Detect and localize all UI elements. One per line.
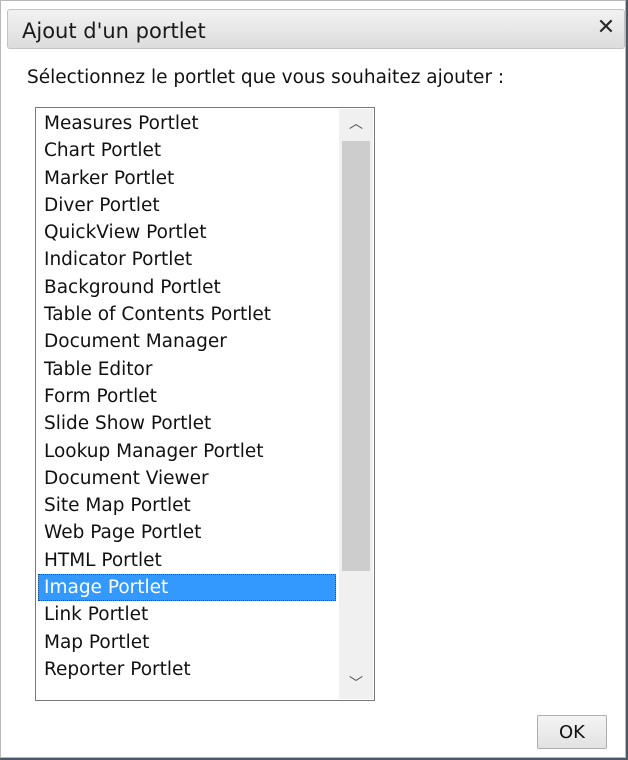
portlet-list-item[interactable]: Chart Portlet [38, 137, 336, 164]
chevron-up-icon[interactable]: ︿ [339, 111, 373, 137]
portlet-list-item[interactable]: HTML Portlet [38, 547, 336, 574]
close-icon[interactable]: ✕ [592, 14, 620, 42]
portlet-list-item[interactable]: Form Portlet [38, 383, 336, 410]
portlet-list-item[interactable]: Table Editor [38, 356, 336, 383]
portlet-list-item[interactable]: Document Manager [38, 328, 336, 355]
listbox-scrollbar[interactable]: ︿ ﹀ [339, 109, 373, 699]
portlet-list-item[interactable]: QuickView Portlet [38, 219, 336, 246]
portlet-list-item[interactable]: Diver Portlet [38, 192, 336, 219]
portlet-list-item[interactable]: Lookup Manager Portlet [38, 438, 336, 465]
portlet-list-item[interactable]: Indicator Portlet [38, 246, 336, 273]
portlet-list-item[interactable]: Document Viewer [38, 465, 336, 492]
portlet-list-item[interactable]: Link Portlet [38, 601, 336, 628]
portlet-list-item[interactable]: Site Map Portlet [38, 492, 336, 519]
portlet-list-item[interactable]: Map Portlet [38, 629, 336, 656]
dialog-title: Ajout d'un portlet [22, 19, 206, 43]
ok-button[interactable]: OK [537, 715, 607, 749]
portlet-list-item[interactable]: Reporter Portlet [38, 656, 336, 683]
portlet-list-item[interactable]: Slide Show Portlet [38, 410, 336, 437]
portlet-list-item[interactable]: Image Portlet [38, 574, 336, 602]
add-portlet-dialog: Ajout d'un portlet ✕ Sélectionnez le por… [0, 0, 626, 758]
portlet-list-item[interactable]: Web Page Portlet [38, 519, 336, 546]
portlet-list-item[interactable]: Marker Portlet [38, 165, 336, 192]
portlet-list-item[interactable]: Background Portlet [38, 274, 336, 301]
chevron-down-icon[interactable]: ﹀ [339, 671, 373, 697]
portlet-list-item[interactable]: Table of Contents Portlet [38, 301, 336, 328]
portlet-listbox[interactable]: Measures Portlet Chart Portlet Marker Port… [35, 107, 375, 701]
dialog-prompt: Sélectionnez le portlet que vous souhait… [27, 67, 505, 88]
portlet-list: Measures Portlet Chart Portlet Marker Port… [38, 110, 336, 683]
dialog-titlebar[interactable]: Ajout d'un portlet ✕ [7, 9, 625, 49]
scrollbar-thumb[interactable] [342, 141, 370, 571]
portlet-list-item[interactable]: Measures Portlet [38, 110, 336, 137]
